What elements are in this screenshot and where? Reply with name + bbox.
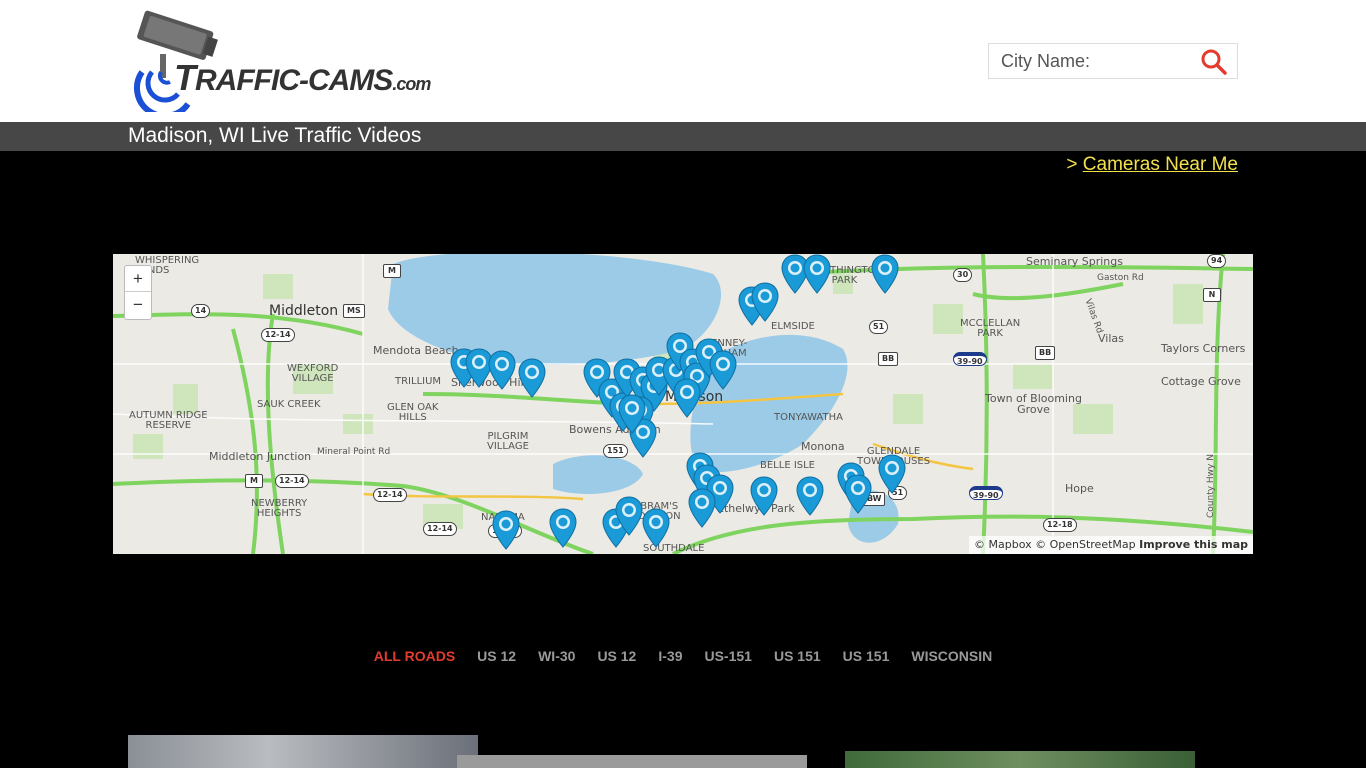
map-zoom-control: + − (124, 265, 152, 320)
map-label: Hope (1065, 482, 1094, 495)
title-bar: Madison, WI Live Traffic Videos (0, 122, 1366, 151)
map-label: BELLE ISLE (760, 460, 816, 471)
page-title: Madison, WI Live Traffic Videos (128, 124, 422, 147)
filter-wisconsin[interactable]: WISCONSIN (911, 648, 992, 664)
camera-thumbnail[interactable] (845, 751, 1195, 768)
zoom-in-button[interactable]: + (125, 266, 151, 292)
highway-shield: 39-90 (969, 486, 1003, 500)
map-label: GLEN OAK HILLS (387, 402, 439, 423)
highway-shield: 151 (603, 444, 628, 458)
camera-marker-icon[interactable] (878, 454, 906, 494)
map-label: Town of Blooming Grove (985, 392, 1082, 416)
camera-marker-icon[interactable] (492, 510, 520, 550)
logo-wordmark: TRAFFIC-CAMS.com (174, 57, 431, 98)
search-icon[interactable] (1201, 49, 1227, 75)
filter-us-151[interactable]: US-151 (704, 648, 751, 664)
map-label: Mineral Point Rd (317, 447, 391, 457)
camera-marker-icon[interactable] (751, 282, 779, 322)
highway-shield: MS (343, 304, 365, 318)
map-label: PILGRIM VILLAGE (487, 431, 529, 452)
filter-i-39[interactable]: I-39 (658, 648, 682, 664)
site-logo[interactable]: TRAFFIC-CAMS.com (130, 10, 431, 120)
near-prefix: > (1066, 154, 1083, 175)
map-label: AUTUMN RIDGE RESERVE (129, 410, 208, 431)
camera-marker-icon[interactable] (488, 350, 516, 390)
camera-marker-icon[interactable] (750, 476, 778, 516)
cameras-near-me-link[interactable]: Cameras Near Me (1083, 154, 1238, 175)
map-label: SAUK CREEK (257, 399, 321, 410)
highway-shield: 12-18 (1043, 518, 1077, 532)
highway-shield: 12-14 (261, 328, 295, 342)
map-attribution: © Mapbox © OpenStreetMap Improve this ma… (969, 536, 1253, 554)
filter-all-roads[interactable]: ALL ROADS (374, 648, 455, 664)
camera-marker-icon[interactable] (618, 394, 646, 434)
filter-us-151[interactable]: US 151 (843, 648, 890, 664)
highway-shield: N (1203, 288, 1221, 302)
camera-marker-icon[interactable] (642, 508, 670, 548)
camera-marker-icon[interactable] (803, 254, 831, 294)
city-search-input[interactable] (989, 44, 1199, 78)
map-label: TONYAWATHA (774, 412, 843, 423)
highway-shield: BB (1035, 346, 1056, 360)
camera-marker-icon[interactable] (844, 474, 872, 514)
map-label: TRILLIUM (395, 376, 442, 387)
filter-wi-30[interactable]: WI-30 (538, 648, 575, 664)
osm-attribution-link[interactable]: © OpenStreetMap (1035, 538, 1136, 551)
camera-marker-icon[interactable] (518, 358, 546, 398)
highway-shield: 30 (953, 268, 973, 282)
map-label: NEWBERRY HEIGHTS (251, 498, 308, 519)
site-header: TRAFFIC-CAMS.com (0, 0, 1366, 122)
highway-shield: M (383, 264, 401, 278)
filter-us-12[interactable]: US 12 (477, 648, 516, 664)
filter-us-12[interactable]: US 12 (597, 648, 636, 664)
map-label: MCCLELLAN PARK (960, 318, 1021, 339)
cameras-near-me: > Cameras Near Me (1066, 154, 1238, 176)
map-label: Seminary Springs (1026, 255, 1123, 268)
camera-marker-icon[interactable] (688, 488, 716, 528)
map-label: Middleton (269, 303, 339, 319)
highway-shield: 12-14 (275, 474, 309, 488)
map-label: Vilas (1098, 332, 1124, 345)
camera-marker-icon[interactable] (549, 508, 577, 548)
filter-us-151[interactable]: US 151 (774, 648, 821, 664)
camera-thumbnail[interactable] (457, 755, 807, 768)
traffic-camera-map[interactable]: WHISPERING WINDS Middleton Mendota Beach… (113, 254, 1253, 554)
map-label: Monona (801, 440, 845, 453)
highway-shield: 12-14 (373, 488, 407, 502)
map-label: Cottage Grove (1161, 375, 1241, 388)
zoom-out-button[interactable]: − (125, 292, 151, 318)
map-label: County Hwy N (1206, 454, 1216, 518)
map-label: ELMSIDE (771, 321, 815, 332)
mapbox-attribution-link[interactable]: © Mapbox (974, 538, 1032, 551)
map-label: Gaston Rd (1097, 273, 1144, 283)
highway-shield: M (245, 474, 263, 488)
map-label: Taylors Corners (1161, 342, 1246, 355)
highway-shield: 94 (1207, 254, 1227, 268)
map-label: Middleton Junction (209, 450, 312, 463)
highway-shield: BB (878, 352, 899, 366)
map-label: WEXFORD VILLAGE (287, 363, 339, 384)
camera-marker-icon[interactable] (673, 378, 701, 418)
camera-thumbnail[interactable] (128, 735, 478, 768)
map-label: Mendota Beach (373, 344, 459, 357)
highway-shield: 12-14 (423, 522, 457, 536)
highway-shield: 14 (191, 304, 211, 318)
highway-shield: 39-90 (953, 352, 987, 366)
camera-marker-icon[interactable] (871, 254, 899, 294)
camera-marker-icon[interactable] (709, 350, 737, 390)
camera-marker-icon[interactable] (796, 476, 824, 516)
improve-map-link[interactable]: Improve this map (1139, 538, 1248, 551)
city-search (988, 43, 1238, 79)
highway-shield: 51 (869, 320, 889, 334)
camera-marker-icon[interactable] (615, 496, 643, 536)
road-filter-bar: ALL ROADS US 12 WI-30 US 12 I-39 US-151 US 151… (0, 648, 1366, 666)
